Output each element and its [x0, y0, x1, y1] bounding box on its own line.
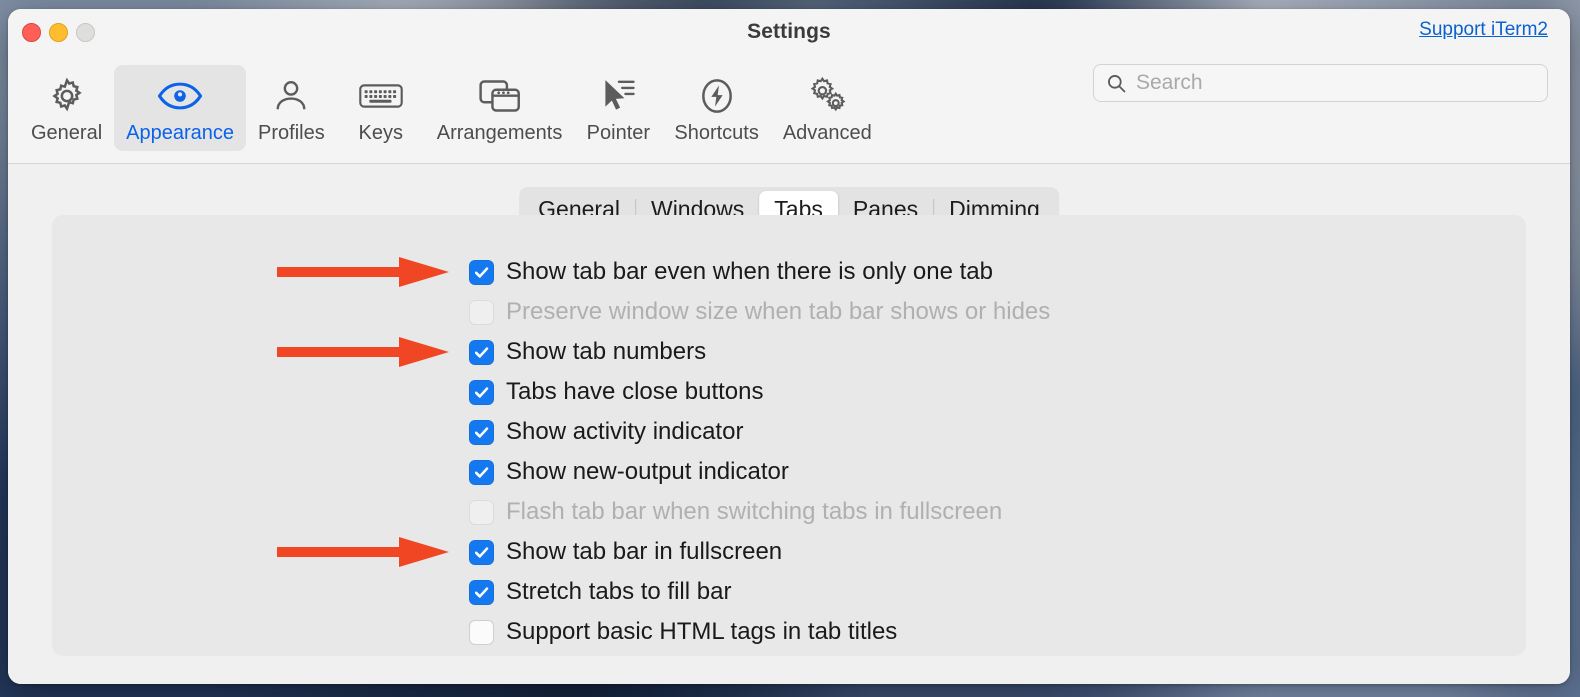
screenshot-root: Settings Support iTerm2 General Appearan… [0, 0, 1580, 697]
page-title: Settings [747, 20, 831, 43]
windows-icon [477, 72, 523, 120]
support-iterm2-link[interactable]: Support iTerm2 [1419, 19, 1548, 41]
checkbox-flash-tab-bar-when-switching-tabs-in-fullscreen[interactable] [469, 499, 494, 525]
checkbox-show-tab-bar-in-fullscreen[interactable] [469, 539, 494, 565]
toolbar-label-advanced: Advanced [782, 122, 872, 144]
checkbox-tabs-have-close-buttons[interactable] [469, 379, 494, 405]
setting-label: Preserve window size when tab bar shows … [506, 298, 1051, 325]
toolbar-item-profiles[interactable]: Profiles [246, 65, 337, 151]
setting-label: Flash tab bar when switching tabs in ful… [506, 498, 1003, 525]
setting-label: Support basic HTML tags in tab titles [506, 618, 898, 645]
checkbox-show-tab-numbers[interactable] [469, 339, 494, 365]
setting-row: Stretch tabs to fill bar [469, 572, 1050, 612]
setting-label: Show new-output indicator [506, 458, 789, 485]
annotation-arrow [277, 337, 449, 367]
setting-row: Show activity indicator [469, 412, 1050, 452]
checkbox-show-activity-indicator[interactable] [469, 419, 494, 445]
keyboard-icon [358, 72, 404, 120]
setting-row: Support basic HTML tags in tab titles [469, 612, 1050, 652]
checkbox-preserve-window-size-when-tab-bar-shows-or-hides[interactable] [469, 299, 494, 325]
toolbar-label-shortcuts: Shortcuts [674, 122, 759, 144]
setting-label: Show tab bar in fullscreen [506, 538, 783, 565]
toolbar-label-appearance: Appearance [126, 122, 235, 144]
cursor-icon [597, 72, 639, 120]
toolbar-label-general: General [31, 122, 103, 144]
preferences-toolbar: General Appearance Profiles Keys Arrange… [19, 65, 884, 151]
toolbar-label-arrangements: Arrangements [436, 122, 563, 144]
setting-label: Show tab bar even when there is only one… [506, 258, 993, 285]
toolbar-item-shortcuts[interactable]: Shortcuts [662, 65, 770, 151]
toolbar-item-arrangements[interactable]: Arrangements [425, 65, 575, 151]
setting-label: Tabs have close buttons [506, 378, 764, 405]
setting-row: Show tab bar even when there is only one… [277, 252, 1050, 292]
annotation-arrow [277, 257, 449, 287]
settings-window: Settings Support iTerm2 General Appearan… [8, 9, 1570, 684]
toolbar-item-appearance[interactable]: Appearance [114, 65, 247, 151]
person-icon [272, 72, 310, 120]
toolbar-item-keys[interactable]: Keys [337, 65, 425, 151]
double-gear-icon [804, 72, 850, 120]
search-field[interactable] [1093, 64, 1548, 102]
checkbox-show-tab-bar-even-when-there-is-only-one-tab[interactable] [469, 259, 494, 285]
setting-label: Stretch tabs to fill bar [506, 578, 732, 605]
toolbar-item-general[interactable]: General [19, 65, 114, 151]
search-input[interactable] [1136, 71, 1547, 95]
annotation-arrow [277, 537, 449, 567]
toolbar-label-pointer: Pointer [586, 122, 651, 144]
toolbar-label-profiles: Profiles [258, 122, 325, 144]
bolt-circle-icon [696, 72, 738, 120]
setting-row: Preserve window size when tab bar shows … [469, 292, 1050, 332]
setting-row: Flash tab bar when switching tabs in ful… [469, 492, 1050, 532]
tabs-settings-panel: Show tab bar even when there is only one… [52, 215, 1526, 656]
setting-row: Tabs have close buttons [469, 372, 1050, 412]
toolbar-item-pointer[interactable]: Pointer [574, 65, 662, 151]
settings-content: General Windows Tabs Panes Dimming Show … [8, 164, 1570, 684]
checkbox-support-basic-html-tags-in-tab-titles[interactable] [469, 619, 494, 645]
search-icon [1106, 73, 1127, 94]
setting-label: Show tab numbers [506, 338, 707, 365]
checkbox-stretch-tabs-to-fill-bar[interactable] [469, 579, 494, 605]
toolbar-label-keys: Keys [358, 122, 403, 144]
setting-label: Show activity indicator [506, 418, 744, 445]
eye-icon [156, 72, 204, 120]
checkbox-show-new-output-indicator[interactable] [469, 459, 494, 485]
setting-row: Show new-output indicator [469, 452, 1050, 492]
window-titlebar: Settings Support iTerm2 General Appearan… [8, 9, 1570, 164]
tabs-checkbox-list: Show tab bar even when there is only one… [277, 252, 1050, 652]
gear-icon [47, 72, 87, 120]
setting-row: Show tab bar in fullscreen [277, 532, 1050, 572]
setting-row: Show tab numbers [277, 332, 1050, 372]
toolbar-item-advanced[interactable]: Advanced [771, 65, 884, 151]
